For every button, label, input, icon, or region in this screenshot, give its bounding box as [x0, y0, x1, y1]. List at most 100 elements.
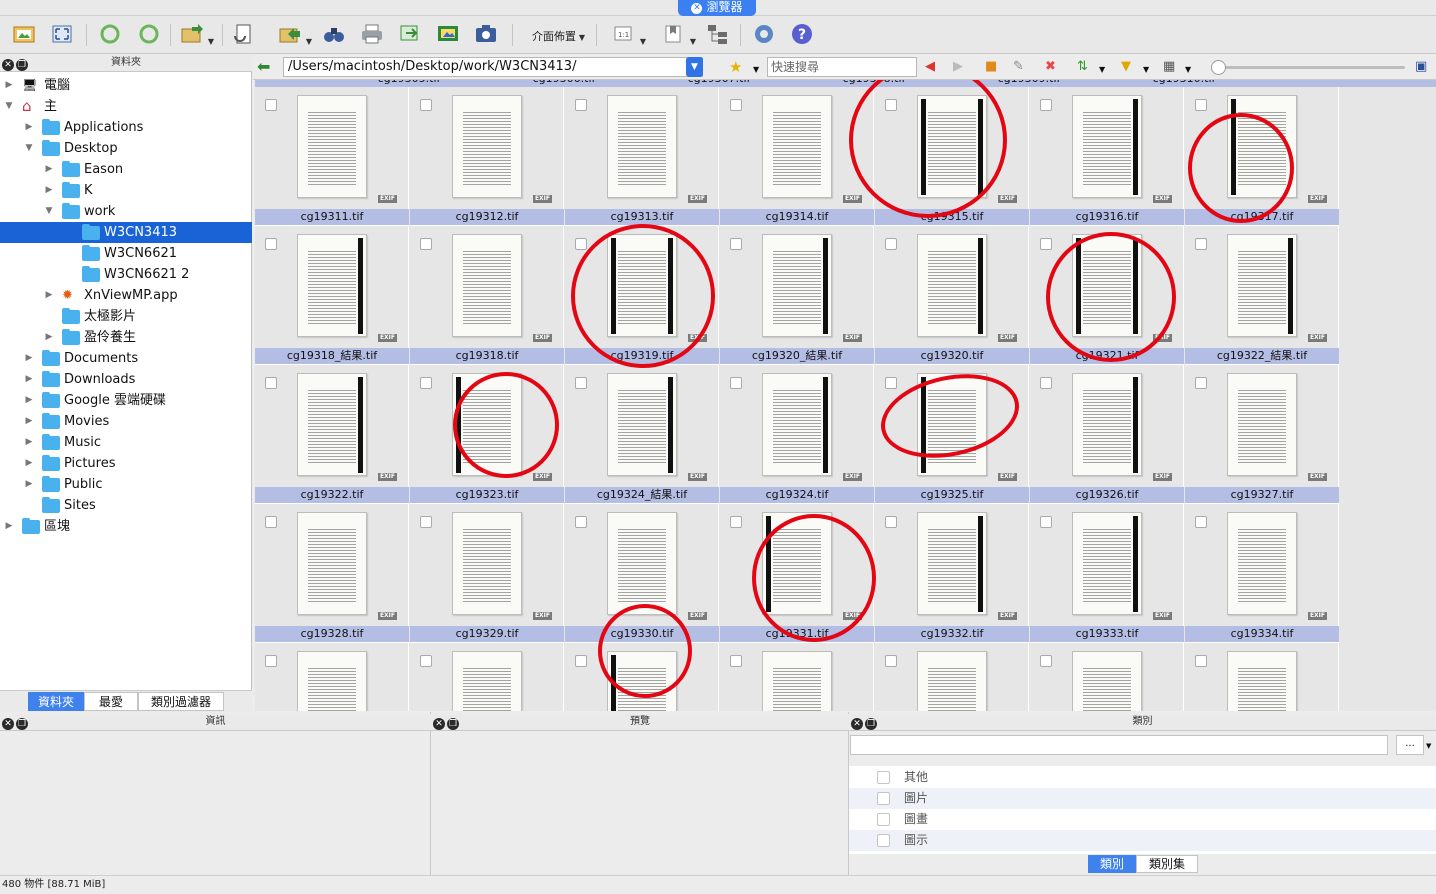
expand-arrow-icon[interactable]: ▶ [24, 453, 34, 474]
float-panel-icon[interactable]: ❐ [16, 718, 28, 730]
expand-arrow-icon[interactable]: ▶ [24, 390, 34, 411]
page-thumbnail[interactable] [1072, 651, 1142, 711]
thumbnail-cell[interactable]: EXIF cg19318.tif [410, 226, 564, 365]
expand-arrow-icon[interactable]: ▶ [24, 369, 34, 390]
new-folder-icon[interactable]: ■ [985, 59, 997, 75]
select-checkbox[interactable] [265, 377, 277, 389]
page-thumbnail[interactable] [607, 512, 677, 615]
thumbnail-cell[interactable]: EXIF cg19322.tif [255, 365, 409, 504]
page-thumbnail[interactable] [452, 234, 522, 337]
select-checkbox[interactable] [265, 655, 277, 667]
rename-icon[interactable]: ✎ [1013, 59, 1024, 75]
page-thumbnail[interactable] [607, 95, 677, 198]
collapse-arrow-icon[interactable]: ▼ [4, 96, 14, 117]
thumbnail-cell[interactable] [875, 643, 1029, 711]
select-checkbox[interactable] [1195, 377, 1207, 389]
select-checkbox[interactable] [730, 655, 742, 667]
page-thumbnail[interactable] [1227, 512, 1297, 615]
tree-item[interactable]: ▼ Desktop [0, 138, 252, 159]
expand-arrow-icon[interactable]: ▶ [24, 411, 34, 432]
tree-item[interactable]: Sites [0, 495, 252, 516]
tree-item[interactable]: ▶ Eason [0, 159, 252, 180]
expand-arrow-icon[interactable]: ▶ [44, 159, 54, 180]
select-checkbox[interactable] [575, 516, 587, 528]
category-checkbox[interactable] [877, 813, 890, 826]
tab-folders[interactable]: 資料夾 [28, 692, 84, 711]
path-history-dropdown[interactable]: ▼ [686, 57, 703, 77]
select-checkbox[interactable] [575, 377, 587, 389]
select-checkbox[interactable] [265, 99, 277, 111]
expand-arrow-icon[interactable]: ▶ [4, 75, 14, 96]
page-thumbnail[interactable] [917, 651, 987, 711]
rotate-right-button[interactable] [137, 22, 163, 48]
category-dropdown-icon[interactable]: ▼ [1426, 742, 1431, 750]
page-thumbnail[interactable] [1227, 373, 1297, 476]
select-checkbox[interactable] [1195, 516, 1207, 528]
page-thumbnail[interactable] [762, 234, 832, 337]
expand-arrow-icon[interactable]: ▶ [44, 180, 54, 201]
select-checkbox[interactable] [420, 377, 432, 389]
float-panel-icon[interactable]: ❐ [16, 59, 28, 71]
page-thumbnail[interactable] [762, 651, 832, 711]
page-thumbnail[interactable] [917, 512, 987, 615]
select-checkbox[interactable] [730, 516, 742, 528]
collapse-arrow-icon[interactable]: ▼ [44, 201, 54, 222]
thumbnail-cell[interactable]: EXIF cg19320_結果.tif [720, 226, 874, 365]
delete-icon[interactable]: ✖ [1045, 59, 1056, 75]
export-button[interactable]: ▼ [278, 22, 312, 48]
select-checkbox[interactable] [265, 516, 277, 528]
select-checkbox[interactable] [420, 655, 432, 667]
tree-item[interactable]: W3CN3413 [0, 222, 252, 243]
tree-item[interactable]: ▶ Documents [0, 348, 252, 369]
tree-item[interactable]: W3CN6621 2 [0, 264, 252, 285]
page-thumbnail[interactable] [1072, 512, 1142, 615]
thumbnail-cell[interactable]: EXIF cg19329.tif [410, 504, 564, 643]
tree-item[interactable]: ▶ Applications [0, 117, 252, 138]
select-checkbox[interactable] [1195, 655, 1207, 667]
thumbnail-cell[interactable]: EXIF cg19322_結果.tif [1185, 226, 1339, 365]
select-checkbox[interactable] [575, 655, 587, 667]
batch-convert-button[interactable] [398, 22, 424, 48]
open-file-button[interactable] [232, 22, 258, 48]
page-thumbnail[interactable] [297, 234, 367, 337]
slider-knob[interactable] [1211, 60, 1226, 75]
quick-search-input[interactable]: 快速搜尋 [767, 57, 917, 77]
filter-icon[interactable]: ▼ [1121, 59, 1131, 75]
page-thumbnail[interactable] [1227, 234, 1297, 337]
thumbnail-cell[interactable]: EXIF cg19324.tif [720, 365, 874, 504]
thumbnail-size-slider[interactable] [1211, 60, 1405, 75]
tab-category-filter[interactable]: 類別過濾器 [138, 692, 224, 711]
tree-view-button[interactable] [706, 22, 732, 48]
move-to-button[interactable]: ▼ [180, 22, 214, 48]
category-item[interactable]: 圖片 [849, 788, 1436, 809]
thumbnail-cell[interactable]: EXIF cg19333.tif [1030, 504, 1184, 643]
tab-categories[interactable]: 類別 [1088, 855, 1136, 873]
page-thumbnail[interactable] [452, 512, 522, 615]
layout-dropdown-icon[interactable]: ▼ [575, 22, 587, 48]
tree-item[interactable]: ▶ 🖥 電腦 [0, 75, 252, 96]
expand-arrow-icon[interactable]: ▶ [24, 117, 34, 138]
category-item[interactable]: 圖示 [849, 830, 1436, 851]
find-button[interactable] [322, 22, 348, 48]
select-checkbox[interactable] [1040, 377, 1052, 389]
tree-item[interactable]: ▶ ✹ XnViewMP.app [0, 285, 252, 306]
tree-item[interactable]: ▶ Movies [0, 411, 252, 432]
thumbnail-cell[interactable] [1030, 643, 1184, 711]
favorites-dropdown-icon[interactable]: ▼ [753, 62, 759, 78]
select-checkbox[interactable] [1195, 99, 1207, 111]
close-panel-icon[interactable]: ✕ [433, 718, 445, 730]
tree-item[interactable]: ▶ Public [0, 474, 252, 495]
select-checkbox[interactable] [730, 99, 742, 111]
tree-item[interactable]: ▼ ⌂ 主 [0, 96, 252, 117]
tree-item[interactable]: ▶ Google 雲端硬碟 [0, 390, 252, 411]
page-thumbnail[interactable] [452, 95, 522, 198]
expand-arrow-icon[interactable]: ▶ [24, 348, 34, 369]
tree-item[interactable]: ▶ Pictures [0, 453, 252, 474]
select-checkbox[interactable] [420, 516, 432, 528]
thumbnail-cell[interactable]: EXIF cg19334.tif [1185, 504, 1339, 643]
thumbnail-cell[interactable]: EXIF cg19326.tif [1030, 365, 1184, 504]
layout-menu[interactable]: 介面佈置 [532, 28, 576, 44]
page-thumbnail[interactable] [452, 651, 522, 711]
thumbnail-cell[interactable]: EXIF cg19327.tif [1185, 365, 1339, 504]
tree-item[interactable]: ▶ 盈伶養生 [0, 327, 252, 348]
